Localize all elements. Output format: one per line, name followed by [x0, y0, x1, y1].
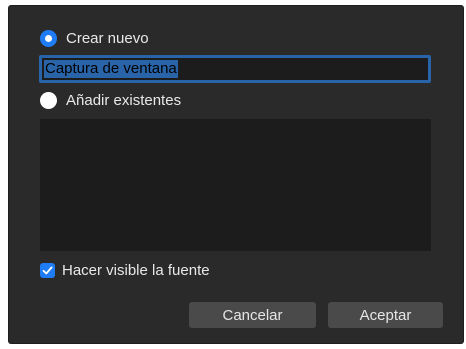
cancel-button[interactable]: Cancelar	[189, 302, 316, 328]
create-new-option[interactable]: Crear nuevo	[40, 30, 149, 47]
add-existing-radio[interactable]	[40, 92, 57, 109]
make-visible-option[interactable]: Hacer visible la fuente	[40, 262, 210, 279]
source-dialog: Crear nuevo Captura de ventana Añadir ex…	[9, 6, 463, 343]
make-visible-label: Hacer visible la fuente	[62, 262, 210, 279]
add-existing-label: Añadir existentes	[66, 92, 182, 109]
create-new-radio[interactable]	[40, 30, 57, 47]
accept-button[interactable]: Aceptar	[328, 302, 443, 328]
make-visible-checkbox[interactable]	[40, 263, 55, 278]
add-existing-option[interactable]: Añadir existentes	[40, 92, 181, 109]
checkmark-icon	[42, 266, 53, 275]
source-name-value: Captura de ventana	[44, 60, 178, 78]
create-new-label: Crear nuevo	[66, 30, 149, 47]
existing-sources-list[interactable]	[40, 119, 431, 251]
source-name-input[interactable]: Captura de ventana	[39, 55, 431, 83]
